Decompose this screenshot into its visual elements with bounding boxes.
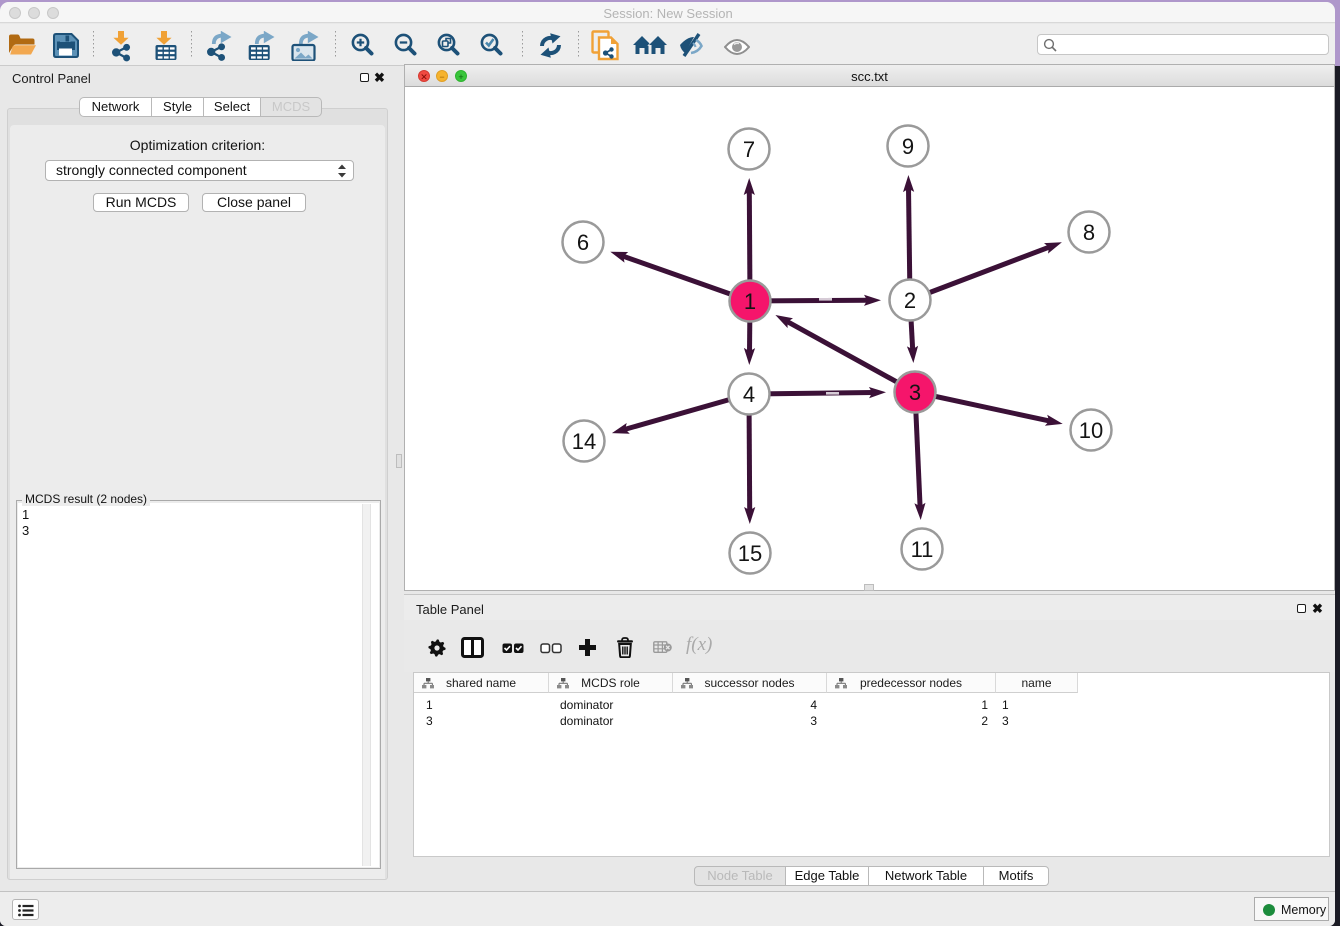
- svg-text:11: 11: [911, 537, 934, 562]
- svg-text:9: 9: [902, 134, 914, 159]
- svg-text:15: 15: [738, 541, 762, 566]
- svg-text:8: 8: [1083, 220, 1095, 245]
- svg-text:6: 6: [577, 230, 589, 255]
- svg-text:10: 10: [1079, 418, 1103, 443]
- svg-text:3: 3: [909, 380, 921, 405]
- svg-text:2: 2: [904, 288, 916, 313]
- svg-text:1: 1: [744, 289, 756, 314]
- svg-text:14: 14: [572, 429, 596, 454]
- svg-text:4: 4: [743, 382, 755, 407]
- svg-text:7: 7: [743, 137, 755, 162]
